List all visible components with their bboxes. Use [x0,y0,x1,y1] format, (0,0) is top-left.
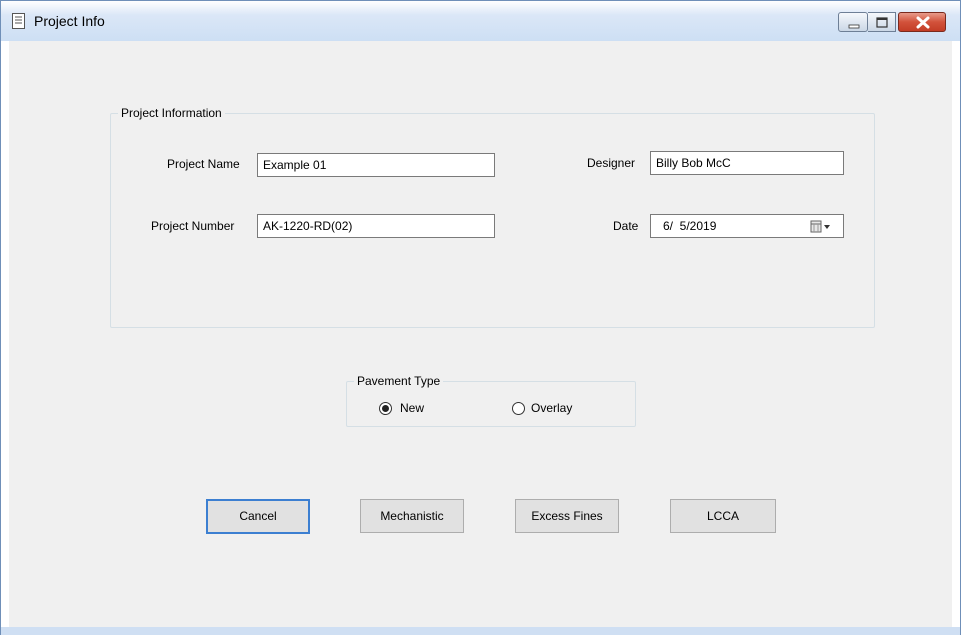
mechanistic-button[interactable]: Mechanistic [360,499,464,533]
cancel-button[interactable]: Cancel [206,499,310,534]
radio-selected-dot [382,405,389,412]
window-frame-bottom [1,627,960,635]
radio-overlay[interactable] [512,402,525,415]
project-number-input[interactable]: AK-1220-RD(02) [257,214,495,238]
date-value: 6/ 5/2019 [663,219,717,233]
project-number-label: Project Number [151,219,235,233]
radio-overlay-label[interactable]: Overlay [531,401,572,415]
window-frame-right [952,41,960,627]
pavement-type-legend: Pavement Type [354,374,444,388]
minimize-icon [848,24,860,29]
minimize-button[interactable] [838,12,868,32]
designer-input[interactable]: Billy Bob McC [650,151,844,175]
document-icon [12,13,25,29]
maximize-button[interactable] [868,12,896,32]
project-name-label: Project Name [167,157,240,171]
project-information-legend: Project Information [118,106,225,120]
close-button[interactable] [898,12,946,32]
designer-label: Designer [587,156,636,170]
excess-fines-button[interactable]: Excess Fines [515,499,619,533]
project-info-window: Project Info Project Information Project… [0,0,961,635]
lcca-button[interactable]: LCCA [670,499,776,533]
project-name-input[interactable]: Example 01 [257,153,495,177]
date-label: Date [613,219,639,233]
window-title: Project Info [34,13,105,29]
radio-new[interactable] [379,402,392,415]
radio-new-label[interactable]: New [400,401,424,415]
maximize-icon [876,17,888,28]
close-icon [916,16,930,29]
window-frame-left [1,41,9,627]
calendar-dropdown-icon[interactable] [810,220,834,234]
client-area: Project Information Project Name Example… [9,41,952,627]
title-bar[interactable]: Project Info [1,1,960,41]
